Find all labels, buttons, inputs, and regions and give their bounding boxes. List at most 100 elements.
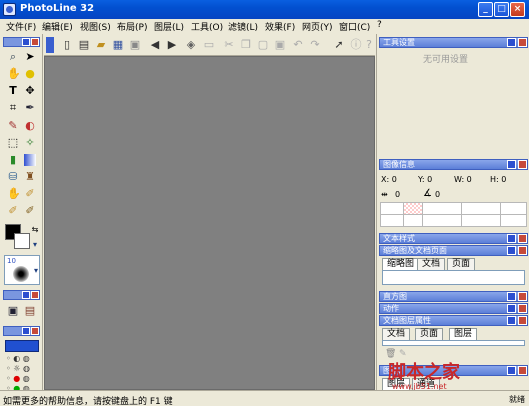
open-icon[interactable]: ▤: [77, 38, 91, 52]
crop-tool-icon[interactable]: ⌗: [6, 101, 20, 115]
actions-header[interactable]: 动作: [379, 303, 528, 314]
tab-doc[interactable]: 文档: [382, 328, 411, 340]
image-info-pin-icon[interactable]: [507, 160, 516, 169]
doc-layer-props-pin-icon[interactable]: [507, 316, 516, 325]
channel-controls[interactable]: ◦ ◐ ◍ ◦ ☼ ◍ ◦ ● ◍ ◦ ● ◍: [6, 354, 38, 394]
tool-settings-header[interactable]: 工具设置: [379, 37, 528, 48]
color-pin-icon[interactable]: [22, 327, 30, 335]
thumbnail-doc-pin-icon[interactable]: [507, 246, 516, 255]
histogram-header[interactable]: 直方图: [379, 291, 528, 302]
doc-layer-props-close-icon[interactable]: [518, 316, 527, 325]
info-icon[interactable]: ⓘ: [349, 38, 363, 52]
histogram-pin-icon[interactable]: [507, 292, 516, 301]
tab-pages[interactable]: 页面: [447, 258, 476, 270]
mask-mode-icon[interactable]: ▣: [6, 304, 20, 318]
ellipse-tool-icon[interactable]: ●: [23, 67, 37, 81]
gradient-tool-icon[interactable]: [23, 153, 37, 167]
text-tool-icon[interactable]: T: [6, 84, 20, 98]
browse-icon[interactable]: ▦: [111, 38, 125, 52]
app-icon[interactable]: [3, 3, 16, 16]
menu-web[interactable]: 网页(Y): [302, 20, 333, 33]
menu-layout[interactable]: 布局(P): [117, 20, 147, 33]
maximize-button[interactable]: □: [494, 2, 509, 17]
tab-document[interactable]: 文档: [417, 258, 446, 270]
actions-pin-icon[interactable]: [507, 304, 516, 313]
print-icon[interactable]: ▭: [202, 38, 216, 52]
thumbnail-view[interactable]: [382, 270, 525, 285]
whats-this-icon[interactable]: ➚: [332, 38, 346, 52]
brush-tool-icon[interactable]: ✎: [6, 119, 20, 133]
text-style-header[interactable]: 文本样式: [379, 233, 528, 244]
brush-preview[interactable]: 10 ▾: [4, 255, 40, 285]
tab-page[interactable]: 页面: [415, 328, 444, 340]
paste-icon[interactable]: ▢: [256, 38, 270, 52]
transform-tool-icon[interactable]: ✥: [23, 84, 37, 98]
smudge-tool-icon[interactable]: ✋: [6, 187, 21, 201]
histogram-close-icon[interactable]: [518, 292, 527, 301]
help-icon[interactable]: ?: [364, 38, 374, 52]
menu-window[interactable]: 窗口(C): [339, 20, 370, 33]
menu-tools[interactable]: 工具(O): [191, 20, 223, 33]
fill-tool-icon[interactable]: ▮: [6, 153, 20, 167]
color-dropdown-icon[interactable]: ▾: [30, 239, 40, 249]
menu-view[interactable]: 视图(S): [80, 20, 111, 33]
layers-close-icon[interactable]: [518, 366, 527, 375]
background-color-swatch[interactable]: [14, 233, 30, 249]
menu-filter[interactable]: 滤镜(L): [228, 20, 258, 33]
pen-tool-icon[interactable]: ✒: [23, 101, 37, 115]
back-icon[interactable]: ◀: [148, 38, 162, 52]
layers-pin-icon[interactable]: [507, 366, 516, 375]
forward-icon[interactable]: ▶: [165, 38, 179, 52]
new-icon[interactable]: ▯: [60, 38, 74, 52]
bucket-tool-icon[interactable]: ⛁: [6, 170, 20, 184]
thumbnail-doc-close-icon[interactable]: [518, 246, 527, 255]
close-button[interactable]: ×: [510, 2, 525, 17]
color-close-icon[interactable]: [31, 327, 39, 335]
layer-props-view[interactable]: [382, 340, 525, 346]
panel-close-icon[interactable]: [31, 38, 39, 46]
magic-wand-tool-icon[interactable]: ✧: [23, 136, 37, 150]
color-mode-field[interactable]: [5, 340, 39, 352]
menu-file[interactable]: 文件(F): [6, 20, 36, 33]
mask-pin-icon[interactable]: [22, 291, 30, 299]
eraser-tool-icon[interactable]: ◐: [23, 119, 37, 133]
doc-layer-props-header[interactable]: 文档图层属性: [379, 315, 528, 326]
hand-tool-icon[interactable]: ✋: [6, 67, 21, 81]
copy-icon[interactable]: ❐: [239, 38, 253, 52]
blur-tool-icon[interactable]: ✐: [23, 204, 37, 218]
save-icon[interactable]: ▣: [128, 38, 142, 52]
text-style-close-icon[interactable]: [518, 234, 527, 243]
menu-help[interactable]: ?: [377, 20, 382, 30]
mask-close-icon[interactable]: [31, 291, 39, 299]
undo-icon[interactable]: ↶: [291, 38, 305, 52]
pointer-tool-icon[interactable]: ➤: [23, 50, 37, 64]
redo-icon[interactable]: ↷: [308, 38, 322, 52]
tab-layer[interactable]: 图层: [449, 328, 478, 340]
swap-colors-icon[interactable]: ⇆: [30, 224, 40, 234]
minimize-button[interactable]: _: [478, 2, 493, 17]
scan-icon[interactable]: ◈: [184, 38, 198, 52]
image-info-header[interactable]: 图像信息: [379, 159, 528, 170]
document-canvas-area[interactable]: [44, 56, 375, 390]
actions-close-icon[interactable]: [518, 304, 527, 313]
marquee-tool-icon[interactable]: ⬚: [6, 136, 20, 150]
panel-pin-icon[interactable]: [22, 38, 30, 46]
dodge-tool-icon[interactable]: ✐: [23, 187, 37, 201]
menu-effects[interactable]: 效果(F): [265, 20, 295, 33]
stamp-tool-icon[interactable]: ♜: [23, 170, 37, 184]
brush-dropdown-icon[interactable]: ▾: [34, 266, 38, 275]
image-info-close-icon[interactable]: [518, 160, 527, 169]
zoom-tool-icon[interactable]: ⌕: [6, 50, 20, 64]
sharpen-tool-icon[interactable]: ✐: [6, 204, 20, 218]
paste-new-icon[interactable]: ▣: [273, 38, 287, 52]
menu-layer[interactable]: 图层(L): [154, 20, 184, 33]
menu-edit[interactable]: 编辑(E): [42, 20, 73, 33]
mask-edit-icon[interactable]: ▤: [23, 304, 37, 318]
thumbnail-doc-header[interactable]: 缩略图及文档页面: [379, 245, 528, 256]
text-style-pin-icon[interactable]: [507, 234, 516, 243]
tool-settings-pin-icon[interactable]: [507, 38, 516, 47]
open-folder-icon[interactable]: ▰: [94, 38, 108, 52]
tool-settings-close-icon[interactable]: [518, 38, 527, 47]
tab-thumbnail[interactable]: 缩略图: [382, 258, 420, 270]
cut-icon[interactable]: ✂: [222, 38, 236, 52]
